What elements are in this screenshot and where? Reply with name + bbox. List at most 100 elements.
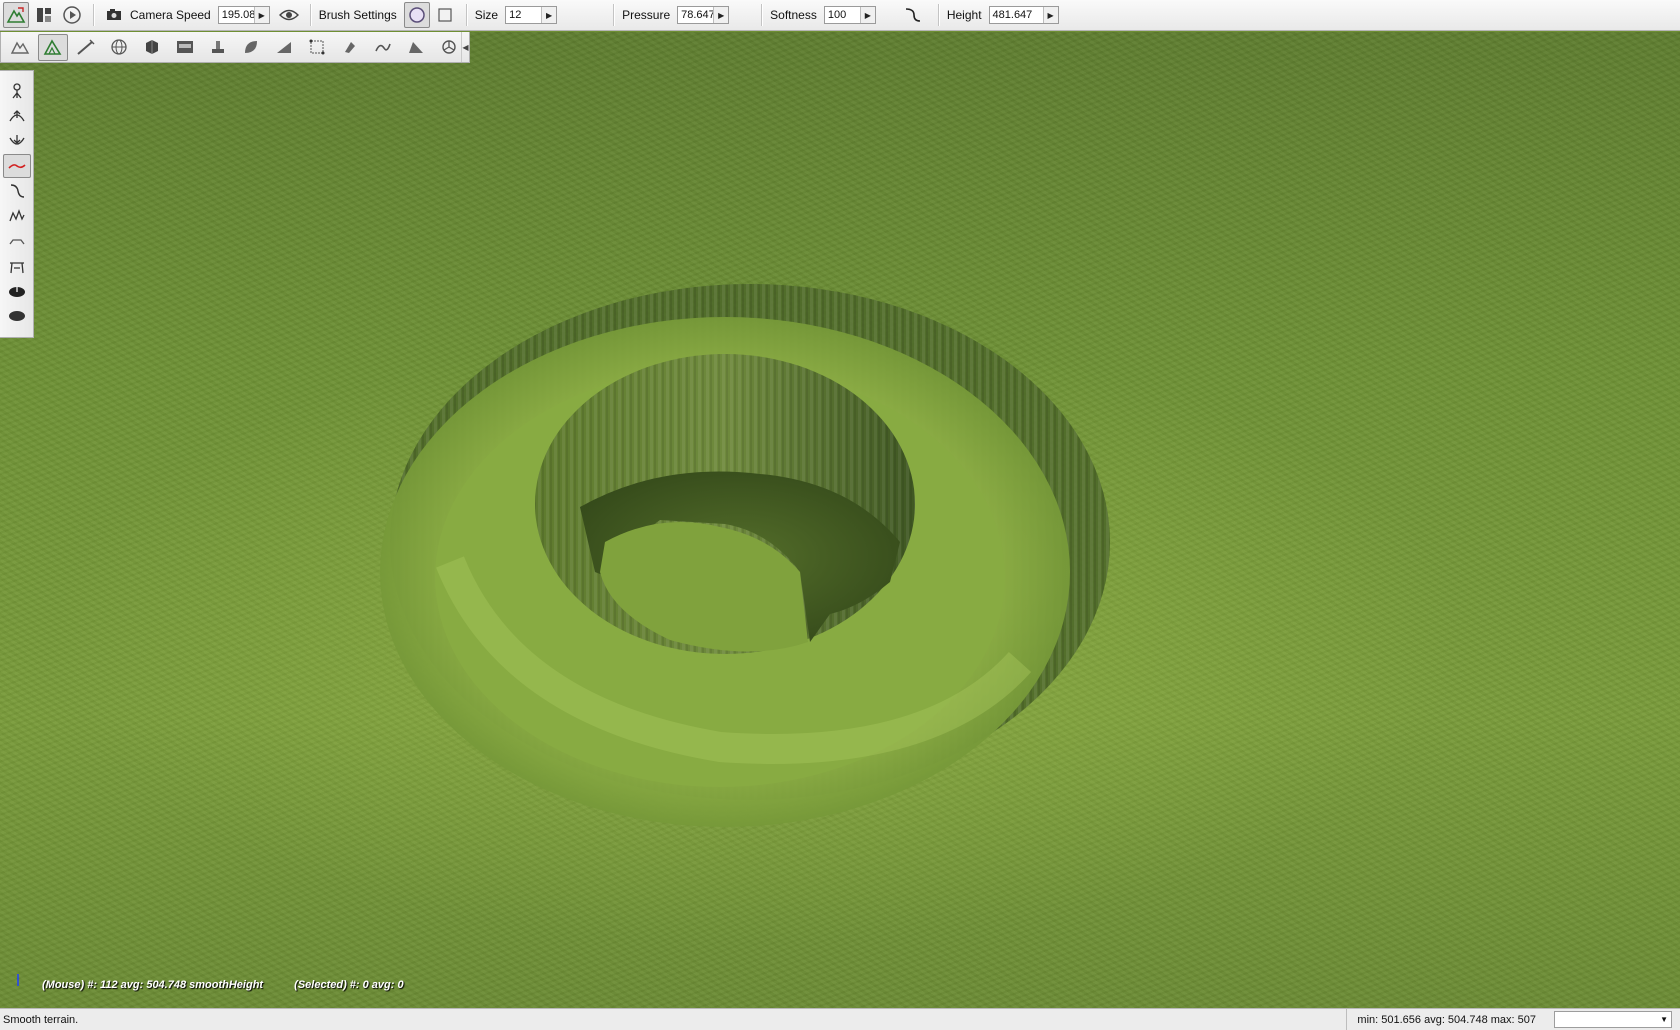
tool-palette: ◀ [0, 32, 470, 63]
status-dropdown[interactable]: ▼ [1554, 1011, 1672, 1028]
camera-speed-arrow-icon[interactable]: ▶ [253, 7, 269, 23]
select-terrain-button[interactable] [5, 34, 35, 61]
stamp-icon [212, 41, 224, 53]
terrain-viewport[interactable]: (Mouse) #: 112 avg: 504.748 smoothHeight… [0, 32, 1680, 1008]
terrain-brush-palette [0, 70, 34, 338]
hud-selected-info: (Selected) #: 0 avg: 0 [294, 979, 404, 991]
globe-button[interactable] [104, 34, 134, 61]
terrain-crater [380, 284, 1110, 827]
cube-button[interactable] [137, 34, 167, 61]
height-value[interactable]: 481.647 [990, 9, 1043, 21]
dig-tool-icon [11, 83, 22, 99]
softness-curve-icon [905, 8, 920, 22]
play-button[interactable] [59, 2, 85, 28]
wave-button[interactable] [368, 34, 398, 61]
size-arrow-icon[interactable]: ▶ [541, 7, 557, 23]
camera-button[interactable] [102, 2, 128, 28]
play-icon [63, 6, 81, 24]
brush-circle-icon [409, 7, 425, 23]
road-pencil-button[interactable] [71, 34, 101, 61]
set-height-icon [9, 262, 24, 274]
paint-curve-icon [10, 184, 24, 198]
select-terrain-icon [10, 41, 30, 54]
restore-terrain-icon [8, 311, 25, 321]
terrain-editor-button[interactable] [3, 2, 29, 28]
globe-icon [111, 39, 127, 55]
toolbar-separator [937, 4, 939, 26]
flatten-button[interactable] [3, 229, 31, 253]
camera-speed-field[interactable]: 195.08 ▶ [217, 6, 270, 24]
noise-icon [8, 209, 25, 222]
size-label: Size [474, 8, 499, 22]
slope-icon [409, 42, 423, 53]
pressure-arrow-icon[interactable]: ▶ [713, 7, 729, 23]
size-field[interactable]: 12 ▶ [505, 6, 558, 24]
brush-square-button[interactable] [432, 2, 458, 28]
flatten-icon [8, 239, 25, 245]
lower-height-icon [8, 135, 25, 145]
noise-button[interactable] [3, 204, 31, 228]
dig-tool-button[interactable] [3, 79, 31, 103]
road-pencil-icon [77, 39, 95, 55]
camera-icon [107, 9, 121, 20]
restore-terrain-button[interactable] [3, 304, 31, 328]
raise-height-button[interactable] [3, 104, 31, 128]
terrain-paint-icon [43, 39, 62, 55]
softness-label: Softness [770, 8, 817, 22]
leaf-icon [245, 41, 257, 53]
visibility-button[interactable] [276, 2, 302, 28]
lower-height-button[interactable] [3, 129, 31, 153]
palette-collapse-button[interactable]: ◀ [461, 32, 469, 62]
camera-speed-value[interactable]: 195.08 [219, 9, 254, 21]
softness-field[interactable]: 100 ▶ [823, 6, 876, 24]
layout-button[interactable] [31, 2, 57, 28]
pressure-label: Pressure [622, 8, 671, 22]
pressure-value[interactable]: 78.647 [678, 9, 713, 21]
toolbar-separator [465, 4, 467, 26]
softness-arrow-icon[interactable]: ▶ [859, 7, 875, 23]
smooth-height-icon [7, 164, 26, 169]
brush-fill-button[interactable] [335, 34, 365, 61]
status-bar: Smooth terrain. min: 501.656 avg: 504.74… [0, 1008, 1680, 1030]
gizmo-button[interactable] [434, 34, 464, 61]
brush-circle-button[interactable] [403, 2, 430, 28]
toolbar-separator [613, 4, 615, 26]
clear-terrain-button[interactable] [3, 279, 31, 303]
gizmo-icon [442, 40, 456, 54]
height-arrow-icon[interactable]: ▶ [1042, 7, 1058, 23]
chevron-down-icon[interactable]: ▼ [1660, 1015, 1668, 1024]
axis-gizmo-icon [17, 974, 19, 986]
ramp-icon [277, 42, 291, 53]
terrain-paint-button[interactable] [38, 33, 68, 61]
clear-terrain-icon [8, 286, 25, 297]
pressure-field[interactable]: 78.647 ▶ [677, 6, 730, 24]
brush-fill-icon [345, 42, 355, 53]
hud-mouse-info: (Mouse) #: 112 avg: 504.748 smoothHeight [42, 979, 264, 991]
hud-readout: (Mouse) #: 112 avg: 504.748 smoothHeight… [42, 979, 432, 991]
toolbar-separator [93, 4, 94, 26]
smooth-height-button[interactable] [2, 154, 31, 178]
softness-curve-button[interactable] [900, 2, 926, 28]
bounds-button[interactable] [302, 34, 332, 61]
height-stats: min: 501.656 avg: 504.748 max: 507 [1346, 1009, 1548, 1030]
paint-curve-button[interactable] [3, 179, 31, 203]
slope-button[interactable] [401, 34, 431, 61]
main-toolbar: Camera Speed 195.08 ▶ Brush Settings Siz… [0, 0, 1680, 31]
toolbar-separator [309, 4, 311, 26]
leaf-button[interactable] [236, 34, 266, 61]
layout-icon [37, 8, 51, 22]
terrain-editor-icon [6, 7, 26, 23]
bounds-icon [309, 39, 325, 55]
toolbar-separator [761, 4, 763, 26]
cube-icon [146, 40, 158, 54]
ramp-button[interactable] [269, 34, 299, 61]
raise-height-icon [8, 110, 25, 122]
status-message: Smooth terrain. [3, 1013, 79, 1026]
wave-icon [375, 43, 391, 52]
softness-value[interactable]: 100 [825, 9, 860, 21]
stamp-button[interactable] [203, 34, 233, 61]
size-value[interactable]: 12 [506, 9, 541, 21]
height-field[interactable]: 481.647 ▶ [988, 6, 1059, 24]
set-height-button[interactable] [3, 254, 31, 278]
data-block-button[interactable] [170, 34, 200, 61]
